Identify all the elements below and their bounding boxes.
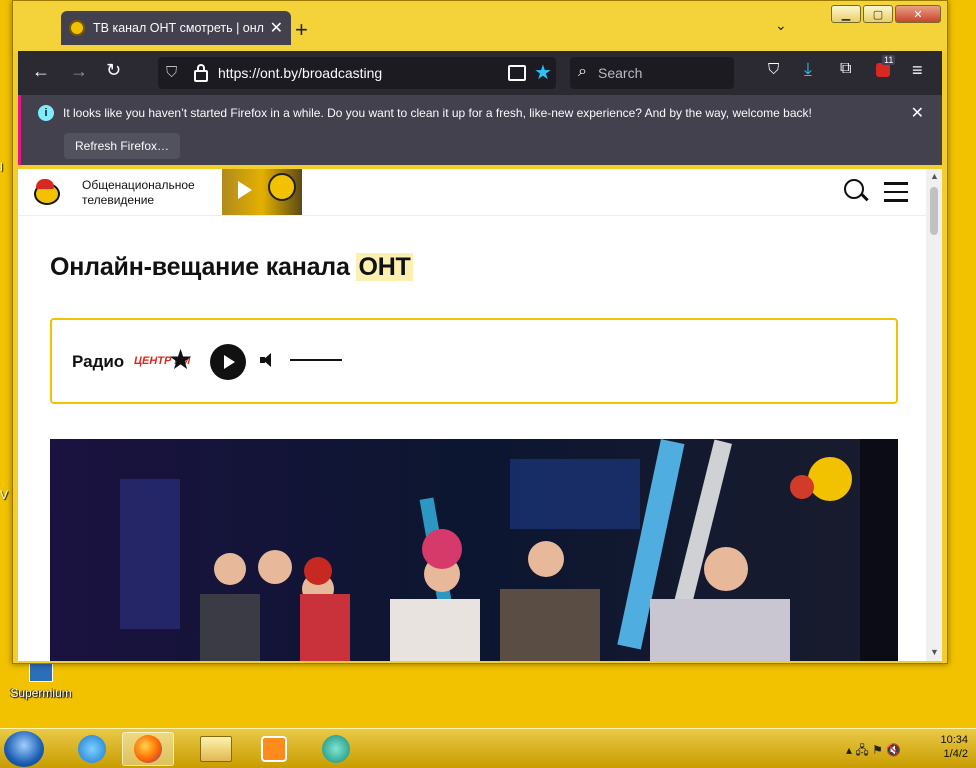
taskbar: ▴ 🖧 ⚑ 🔇 10:34 1/4/2: [0, 728, 976, 768]
ont-mini-logo: [268, 173, 296, 201]
tab-title: ТВ канал ОНТ смотреть | онлайн: [93, 21, 264, 35]
scrollbar-thumb[interactable]: [930, 187, 938, 235]
hamburger-menu-icon[interactable]: [884, 182, 908, 208]
volume-muted-icon[interactable]: 🔇: [886, 743, 901, 757]
internet-explorer-icon: [78, 735, 106, 763]
folder-icon: [200, 736, 232, 762]
refresh-firefox-button[interactable]: Refresh Firefox…: [64, 133, 181, 159]
lock-icon[interactable]: [194, 64, 208, 82]
radio-label: Радио: [72, 352, 125, 371]
page-scrollbar[interactable]: ▲ ▼: [926, 169, 942, 661]
picture-in-picture-icon[interactable]: [508, 65, 526, 81]
taskbar-internet-explorer[interactable]: [66, 732, 118, 766]
taskbar-firefox[interactable]: [122, 732, 174, 766]
video-frame-illustration: [50, 439, 898, 661]
app-menu-icon[interactable]: ≡: [912, 60, 923, 81]
taskbar-app[interactable]: [310, 732, 362, 766]
flag-icon[interactable]: ⚑: [872, 743, 883, 757]
page-title-text: Онлайн-вещание канала: [50, 253, 357, 281]
radio-player: Радио ЦЕНТР FM ★: [50, 318, 898, 404]
tracking-shield-icon[interactable]: ⛉: [166, 64, 177, 81]
radio-play-button[interactable]: [210, 344, 246, 380]
close-window-button[interactable]: ✕: [895, 5, 941, 23]
tab-ont[interactable]: ТВ канал ОНТ смотреть | онлайн ✕: [61, 11, 291, 45]
teal-app-icon: [322, 735, 350, 763]
maximize-button[interactable]: ▢: [863, 5, 893, 23]
window-controls: ▁ ▢ ✕: [831, 5, 941, 23]
site-title-line1: Общенациональное: [82, 178, 195, 192]
site-title-line2: телевидение: [82, 193, 155, 207]
url-text[interactable]: https://ont.by/broadcasting: [218, 65, 382, 81]
search-icon: ⌕: [578, 63, 587, 80]
firefox-icon: [134, 735, 162, 763]
extensions-icon[interactable]: ⧉: [840, 60, 851, 78]
reload-icon[interactable]: ↻: [106, 60, 121, 81]
taskbar-media-player[interactable]: [248, 732, 300, 766]
taskbar-explorer[interactable]: [190, 732, 242, 766]
ont-favicon-icon: [69, 20, 85, 36]
start-button[interactable]: [4, 731, 44, 767]
clock-time: 10:34: [940, 734, 968, 746]
network-icon[interactable]: 🖧: [855, 743, 868, 757]
search-bar[interactable]: ⌕ Search: [570, 57, 734, 89]
volume-slider[interactable]: [290, 359, 342, 361]
play-icon: [238, 181, 252, 199]
system-tray: ▴ 🖧 ⚑ 🔇: [846, 741, 901, 762]
minimize-button[interactable]: ▁: [831, 5, 861, 23]
new-tab-button[interactable]: +: [295, 17, 308, 43]
forward-arrow-icon[interactable]: →: [70, 61, 88, 82]
scroll-down-icon[interactable]: ▼: [930, 647, 939, 657]
back-arrow-icon[interactable]: ←: [32, 61, 50, 82]
media-player-icon: [261, 736, 287, 762]
site-title: Общенациональное телевидение: [82, 178, 195, 208]
site-header: Общенациональное телевидение: [18, 169, 926, 216]
desktop-icon-label: Supermium: [10, 686, 72, 700]
notification-message: It looks like you haven’t started Firefo…: [63, 106, 812, 120]
bookmark-star-icon[interactable]: ★: [534, 60, 552, 85]
desktop-edge-glyph: V: [0, 488, 9, 502]
ublock-icon[interactable]: [876, 63, 890, 77]
url-bar[interactable]: ⛉ https://ont.by/broadcasting ★: [158, 57, 556, 89]
page-title: Онлайн-вещание канала ОНТ: [50, 253, 413, 282]
list-all-tabs-button[interactable]: ⌄: [775, 17, 787, 34]
pocket-icon[interactable]: ⛉: [768, 61, 779, 78]
page-viewport: Общенациональное телевидение Онлайн-веща…: [18, 169, 942, 661]
ont-logo[interactable]: [34, 179, 68, 205]
desktop-edge-glyph: l: [0, 160, 3, 174]
navigation-toolbar: ← → ↻ ⛉ https://ont.by/broadcasting ★ ⌕ …: [18, 51, 942, 95]
page-title-highlight: ОНТ: [356, 253, 413, 281]
promo-banner[interactable]: [222, 169, 302, 215]
search-placeholder: Search: [598, 65, 643, 81]
close-tab-icon[interactable]: ✕: [270, 18, 283, 38]
clock-date: 1/4/2: [943, 748, 968, 760]
extension-badge: 11: [882, 55, 896, 65]
logo-santa-hat: [36, 179, 54, 189]
centr-fm-logo: ЦЕНТР FM ★: [134, 346, 198, 376]
desktop-icon-supermium[interactable]: Supermium: [6, 660, 76, 700]
clock[interactable]: 10:34 1/4/2: [940, 733, 968, 761]
close-notification-icon[interactable]: ✕: [911, 103, 924, 123]
star-icon: ★: [168, 344, 194, 375]
tray-expand-icon[interactable]: ▴: [846, 743, 852, 757]
firefox-window: ▁ ▢ ✕ ТВ канал ОНТ смотреть | онлайн ✕ +…: [12, 0, 948, 664]
volume-icon[interactable]: [260, 352, 278, 368]
downloads-icon[interactable]: ⤓: [804, 59, 812, 80]
info-icon: i: [38, 105, 54, 121]
broadcast-video-player[interactable]: [50, 439, 898, 661]
notification-bar: i It looks like you haven’t started Fire…: [18, 95, 942, 165]
site-search-icon[interactable]: [844, 179, 864, 199]
scroll-up-icon[interactable]: ▲: [930, 171, 939, 181]
